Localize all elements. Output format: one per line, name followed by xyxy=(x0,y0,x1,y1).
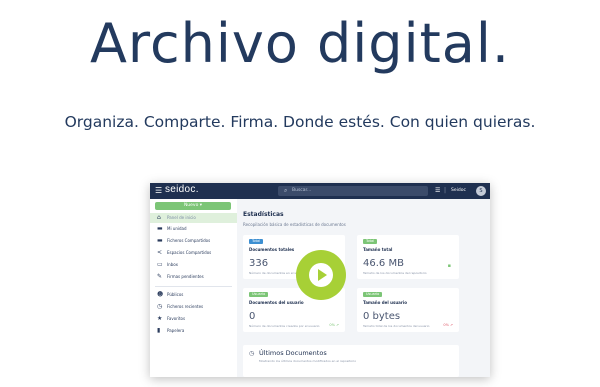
card-label: Tamaño del usuario xyxy=(363,300,407,305)
top-bar: ☰ seidoc. ⌕ Buscar... ☰ | Seidoc S xyxy=(150,183,490,199)
sidebar-item-label: Firmas pendientes xyxy=(167,274,204,279)
list-view-icon[interactable]: ☰ xyxy=(435,187,440,195)
hero-title: Archivo digital. xyxy=(89,12,511,75)
status-badge: Total xyxy=(249,239,264,244)
divider-icon: | xyxy=(444,187,447,194)
sidebar-item-label: Mi unidad xyxy=(167,226,187,231)
sidebar-item-public[interactable]: ☻ Públicos xyxy=(150,290,237,300)
shared-folder-icon: ▬ xyxy=(157,237,163,244)
sidebar-item-label: Panel de inicio xyxy=(167,215,196,220)
sidebar-divider xyxy=(155,286,232,287)
inbox-icon: ▭ xyxy=(157,261,163,268)
status-badge: Total xyxy=(363,239,378,244)
clock-icon: ◷ xyxy=(249,350,255,357)
sidebar-item-shared-files[interactable]: ▬ Ficheros Compartidos xyxy=(150,236,237,246)
recent-documents-panel: ◷ Últimos Documentos Mostrando los últim… xyxy=(243,345,459,377)
card-label: Tamaño total xyxy=(363,247,393,252)
sidebar: Nuevo ▾ ⌂ Panel de inicio ▬ Mi unidad ▬ … xyxy=(150,199,237,377)
stat-card-total-size[interactable]: Total Tamaño total 46.6 MB Tamaño de los… xyxy=(357,235,459,279)
recent-documents-subtitle: Mostrando los últimos documentos modific… xyxy=(259,359,357,363)
card-percent: 0% ↗ xyxy=(443,323,453,327)
brand-logo[interactable]: seidoc. xyxy=(165,184,199,195)
sidebar-item-dashboard[interactable]: ⌂ Panel de inicio xyxy=(150,213,237,223)
avatar[interactable]: S xyxy=(476,186,486,196)
card-value: 46.6 MB xyxy=(363,258,404,269)
sidebar-item-shared-spaces[interactable]: < Espacios Compartidos xyxy=(150,248,237,258)
status-badge: Usuario xyxy=(249,292,269,297)
sidebar-item-label: Ficheros recientes xyxy=(167,304,204,309)
trash-icon: ▮ xyxy=(157,327,161,334)
sidebar-item-recent[interactable]: ◷ Ficheros recientes xyxy=(150,302,237,312)
play-icon xyxy=(309,263,333,287)
sidebar-item-label: Espacios Compartidos xyxy=(167,250,212,255)
card-note: Tamaño total de los documentos del usuar… xyxy=(363,324,430,328)
sidebar-item-favorites[interactable]: ★ Favoritos xyxy=(150,314,237,324)
users-icon: ☻ xyxy=(157,291,164,298)
sidebar-item-inbox[interactable]: ▭ Inbox xyxy=(150,260,237,270)
user-name[interactable]: Seidoc xyxy=(451,187,466,195)
card-label: Documentos del usuario xyxy=(249,300,304,305)
search-placeholder: Buscar... xyxy=(292,188,312,193)
signature-icon: ✎ xyxy=(157,273,163,280)
share-icon: < xyxy=(157,249,163,256)
search-icon: ⌕ xyxy=(284,187,288,194)
recent-documents-title: Últimos Documentos xyxy=(259,349,327,357)
search-input[interactable]: ⌕ Buscar... xyxy=(278,186,428,196)
sidebar-item-trash[interactable]: ▮ Papelera xyxy=(150,326,237,336)
home-icon: ⌂ xyxy=(157,214,161,221)
card-note: Tamaño de los documentos del repositorio xyxy=(363,271,427,275)
status-badge: Usuario xyxy=(363,292,383,297)
hero-subtitle: Organiza. Comparte. Firma. Donde estés. … xyxy=(64,113,536,131)
card-value: 0 bytes xyxy=(363,311,401,322)
sidebar-item-label: Papelera xyxy=(167,328,185,333)
clock-icon: ◷ xyxy=(157,303,163,310)
new-button-label: Nuevo xyxy=(183,203,199,208)
card-label: Documentos totales xyxy=(249,247,295,252)
sidebar-item-label: Favoritos xyxy=(167,316,186,321)
card-note: Número de documentos creados por el usua… xyxy=(249,324,320,328)
sidebar-item-my-drive[interactable]: ▬ Mi unidad xyxy=(150,224,237,234)
video-play-button[interactable] xyxy=(296,250,346,300)
main-content: Estadísticas Recopilación básica de esta… xyxy=(237,199,490,377)
sidebar-item-label: Públicos xyxy=(167,292,184,297)
sidebar-item-label: Ficheros Compartidos xyxy=(167,238,211,243)
sidebar-item-pending-signatures[interactable]: ✎ Firmas pendientes xyxy=(150,272,237,282)
page-description: Recopilación básica de estadísticas de d… xyxy=(243,222,346,227)
card-percent: 0% ↗ xyxy=(329,323,339,327)
menu-icon[interactable]: ☰ xyxy=(155,186,162,196)
folder-icon: ▬ xyxy=(157,225,163,232)
page-title: Estadísticas xyxy=(243,211,284,218)
new-button[interactable]: Nuevo ▾ xyxy=(155,202,231,210)
database-icon: ▪ xyxy=(447,263,451,269)
stat-card-user-size[interactable]: Usuario Tamaño del usuario 0 bytes Tamañ… xyxy=(357,288,459,332)
sidebar-item-label: Inbox xyxy=(167,262,178,267)
card-value: 0 xyxy=(249,311,256,322)
play-triangle xyxy=(318,269,327,281)
star-icon: ★ xyxy=(157,315,163,322)
card-value: 336 xyxy=(249,258,269,269)
